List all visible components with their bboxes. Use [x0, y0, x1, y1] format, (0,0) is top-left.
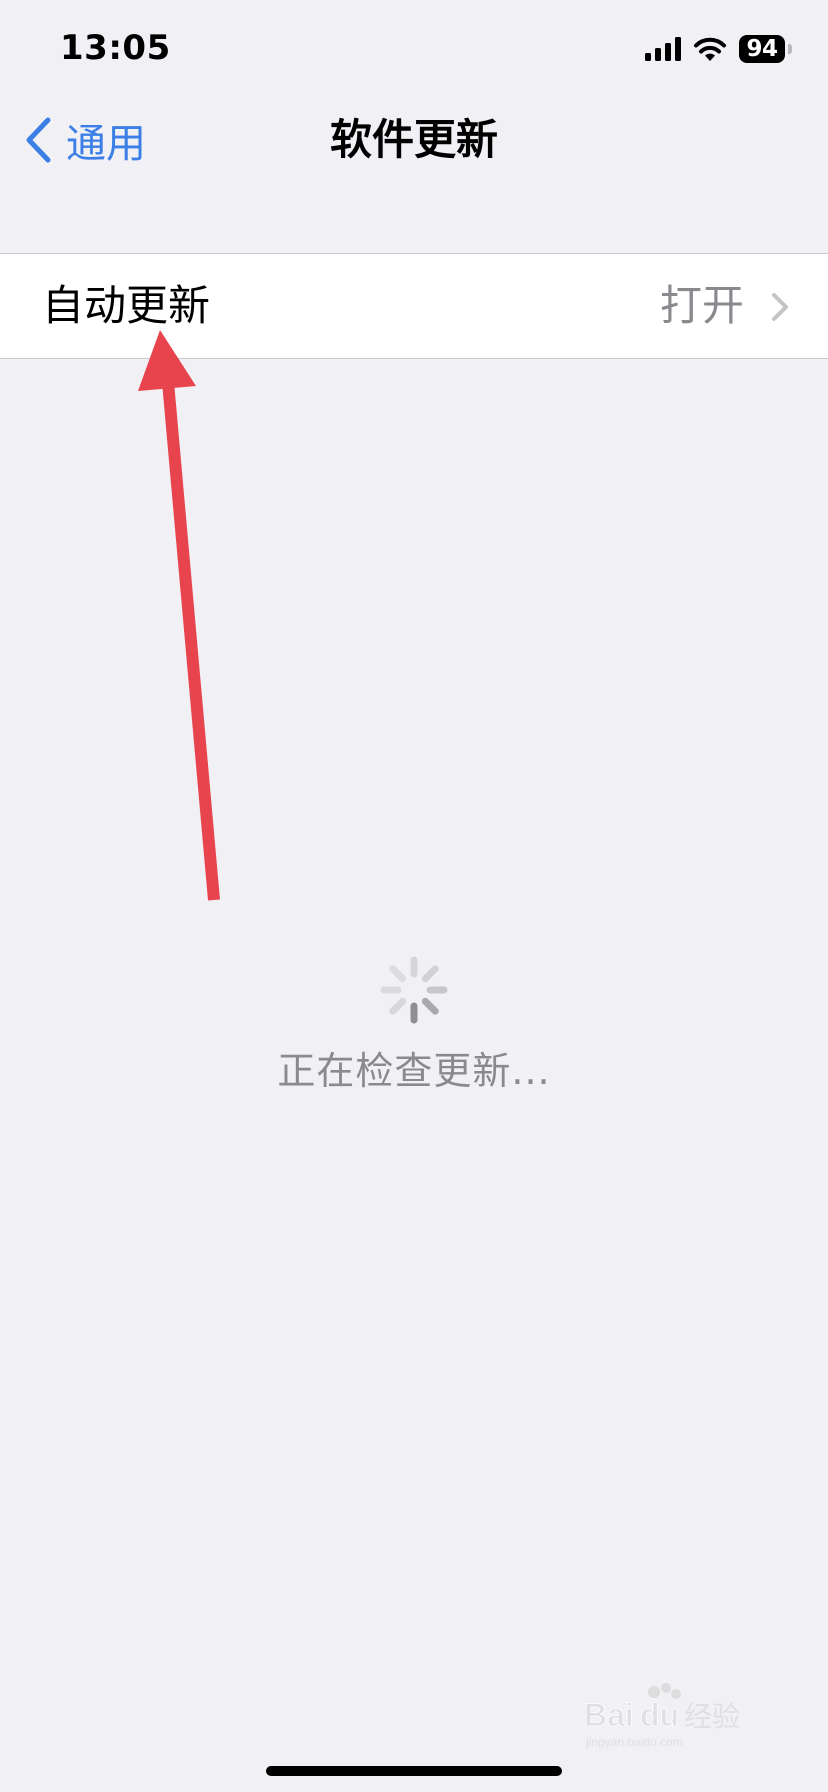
spinner-icon	[376, 952, 452, 1028]
status-indicators: 94	[645, 32, 792, 66]
baidu-watermark-logo: Bai du 经验 jingyan.baidu.com	[584, 1682, 784, 1752]
home-indicator[interactable]	[266, 1766, 562, 1776]
wifi-icon	[693, 36, 727, 62]
svg-text:经验: 经验	[684, 1700, 740, 1733]
svg-text:jingyan.baidu.com: jingyan.baidu.com	[585, 1735, 683, 1749]
checking-update-text: 正在检查更新...	[277, 1049, 551, 1093]
status-bar: 13:05 94	[0, 0, 828, 96]
navigation-bar: 通用 软件更新	[0, 96, 828, 184]
page-title: 软件更新	[329, 115, 498, 164]
signal-icon	[645, 37, 681, 61]
chevron-right-icon	[770, 292, 790, 322]
battery-icon: 94	[739, 35, 792, 63]
software-update-screen: 13:05 94 通用 软件更新 自动更新 打开 正在检查更新... Bai d…	[0, 0, 828, 1792]
svg-text:du: du	[640, 1697, 679, 1733]
battery-level: 94	[739, 35, 785, 63]
svg-text:Bai: Bai	[584, 1697, 634, 1733]
battery-cap	[788, 44, 792, 54]
status-time: 13:05	[60, 28, 171, 68]
auto-update-label: 自动更新	[42, 281, 211, 330]
auto-update-row[interactable]: 自动更新 打开	[0, 253, 828, 359]
auto-update-value: 打开	[659, 281, 744, 330]
